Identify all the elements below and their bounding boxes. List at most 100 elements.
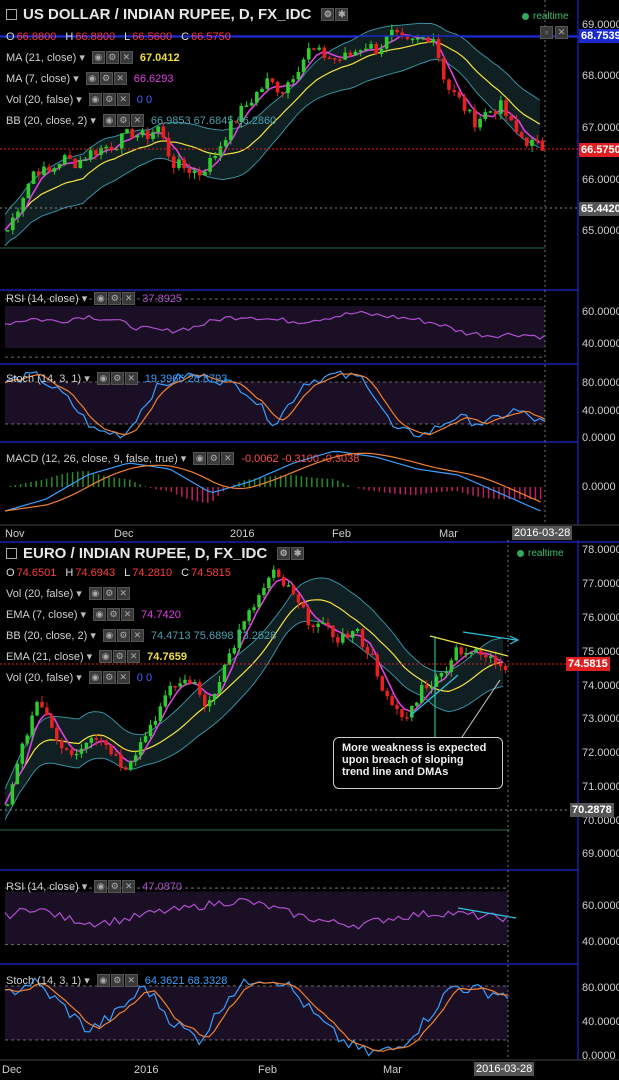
- legend-vol[interactable]: Vol (20, false) ▾ ◉ ⚙ ✕ 0 0: [6, 93, 152, 106]
- candle-body: [436, 39, 441, 59]
- legend-bb[interactable]: BB (20, close, 2) ▾ ◉ ⚙ ✕ 66.9853 67.6845 66…: [6, 114, 276, 127]
- eye-icon[interactable]: ◉: [88, 671, 102, 684]
- close-icon[interactable]: ✕: [113, 72, 127, 85]
- candle-body: [21, 198, 25, 212]
- maximize-icon[interactable]: ▫: [540, 26, 553, 39]
- stoch-axis-label: 40.0000: [582, 405, 619, 417]
- close-icon[interactable]: ✕: [121, 608, 135, 621]
- candle-body: [525, 137, 529, 146]
- legend-stoch[interactable]: Stoch (14, 3, 1) ▾ ◉ ⚙ ✕ 64.3621 68.3328: [6, 974, 227, 987]
- eye-icon[interactable]: ◉: [193, 452, 207, 465]
- eye-icon[interactable]: ◉: [85, 72, 99, 85]
- legend-ema21[interactable]: EMA (21, close) ▾ ◉ ⚙ ✕ 74.7659: [6, 650, 187, 663]
- legend-vol-2[interactable]: Vol (20, false) ▾ ◉ ⚙ ✕ 0 0: [6, 671, 152, 684]
- candle-body: [489, 656, 493, 658]
- chart1-ohlc: O 66.8800 H 66.8800 L 66.5600 C 66.5750: [6, 31, 231, 43]
- legend-stoch[interactable]: Stoch (14, 3, 1) ▾ ◉ ⚙ ✕ 19.3966 28.8793: [6, 372, 227, 385]
- legend-ema7[interactable]: EMA (7, close) ▾ ◉ ⚙ ✕ 74.7420: [6, 608, 181, 621]
- candle-body: [15, 763, 20, 785]
- eye-icon[interactable]: ◉: [91, 51, 105, 64]
- legend-ma21[interactable]: MA (21, close) ▾ ◉ ⚙ ✕ 67.0412: [6, 51, 180, 64]
- candle-body: [336, 637, 340, 643]
- eye-icon[interactable]: ◉: [99, 650, 113, 663]
- settings-icon[interactable]: ⚙: [102, 93, 116, 106]
- eye-icon[interactable]: ◉: [94, 880, 108, 893]
- settings-icon[interactable]: ⚙: [207, 452, 221, 465]
- rsi-axis-label: 40.0000: [582, 936, 619, 948]
- settings-icon[interactable]: ⚙: [102, 587, 116, 600]
- close-icon[interactable]: ✕: [130, 114, 144, 127]
- candle-body: [218, 146, 223, 157]
- settings-icon[interactable]: ⚙: [277, 547, 291, 560]
- settings-icon[interactable]: ⚙: [99, 72, 113, 85]
- settings-icon[interactable]: ⚙: [116, 114, 130, 127]
- eye-icon[interactable]: ◉: [88, 93, 102, 106]
- settings-icon[interactable]: ⚙: [321, 8, 335, 21]
- close-icon[interactable]: ✕: [124, 974, 138, 987]
- candle-body: [79, 748, 84, 754]
- candle-body: [439, 672, 444, 677]
- candle-body: [410, 38, 415, 41]
- settings-icon[interactable]: ⚙: [116, 629, 130, 642]
- candle-body: [421, 37, 425, 39]
- macd-axis-label: 0.0000: [582, 481, 616, 493]
- settings-icon[interactable]: ⚙: [113, 650, 127, 663]
- settings-icon[interactable]: ⚙: [110, 974, 124, 987]
- settings-icon[interactable]: ⚙: [107, 608, 121, 621]
- close-icon[interactable]: ✕: [116, 671, 130, 684]
- settings-icon[interactable]: ⚙: [108, 292, 122, 305]
- close-icon[interactable]: ✕: [127, 650, 141, 663]
- close-icon[interactable]: ✕: [116, 93, 130, 106]
- close-icon[interactable]: ✕: [221, 452, 235, 465]
- eye-icon[interactable]: ◉: [93, 608, 107, 621]
- eur-inr-chart[interactable]: [0, 540, 619, 1080]
- settings-icon[interactable]: ⚙: [102, 671, 116, 684]
- settings-icon[interactable]: ⚙: [110, 372, 124, 385]
- collapse-icon[interactable]: [6, 9, 17, 20]
- candle-body: [50, 715, 54, 728]
- date-tag: 2016-03-28: [512, 526, 573, 540]
- eye-icon[interactable]: ◉: [96, 372, 110, 385]
- legend-vol-1[interactable]: Vol (20, false) ▾ ◉ ⚙ ✕: [6, 587, 130, 600]
- close-icon[interactable]: ✕: [124, 372, 138, 385]
- collapse-icon[interactable]: [6, 548, 17, 559]
- candle-body: [478, 118, 482, 128]
- legend-bb[interactable]: BB (20, close, 2) ▾ ◉ ⚙ ✕ 74.4713 75.6898 73…: [6, 629, 276, 642]
- close-icon[interactable]: ✕: [122, 292, 136, 305]
- candle-body: [364, 48, 368, 51]
- oscillator-band: [5, 891, 508, 945]
- legend-ma7[interactable]: MA (7, close) ▾ ◉ ⚙ ✕ 66.6293: [6, 72, 173, 85]
- candle-body: [346, 633, 350, 638]
- candle-body: [69, 749, 74, 756]
- candle-body: [312, 48, 316, 50]
- candle-body: [464, 652, 468, 655]
- gear-icon[interactable]: ✱: [291, 547, 305, 560]
- eye-icon[interactable]: ◉: [102, 114, 116, 127]
- window-controls[interactable]: ▫ ✕: [540, 26, 568, 39]
- candle-body: [114, 754, 118, 756]
- low-price-tag: 70.2878: [570, 803, 614, 817]
- eye-icon[interactable]: ◉: [102, 629, 116, 642]
- close-icon[interactable]: ✕: [555, 26, 568, 39]
- candle-body: [158, 706, 163, 721]
- eye-icon[interactable]: ◉: [96, 974, 110, 987]
- gear-icon[interactable]: ✱: [335, 8, 349, 21]
- close-icon[interactable]: ✕: [122, 880, 136, 893]
- eye-icon[interactable]: ◉: [88, 587, 102, 600]
- candle-body: [493, 656, 498, 664]
- eye-icon[interactable]: ◉: [94, 292, 108, 305]
- price-axis-label: 77.0000: [582, 578, 619, 590]
- candle-body: [374, 44, 379, 54]
- settings-icon[interactable]: ⚙: [108, 880, 122, 893]
- candle-body: [265, 78, 270, 89]
- candle-body: [449, 660, 454, 672]
- close-icon[interactable]: ✕: [130, 629, 144, 642]
- legend-rsi[interactable]: RSI (14, close) ▾ ◉ ⚙ ✕ 47.0870: [6, 880, 182, 893]
- candle-body: [94, 738, 98, 740]
- close-icon[interactable]: ✕: [116, 587, 130, 600]
- legend-rsi[interactable]: RSI (14, close) ▾ ◉ ⚙ ✕ 37.8925: [6, 292, 182, 305]
- legend-macd[interactable]: MACD (12, 26, close, 9, false, true) ▾ ◉ ⚙…: [6, 452, 359, 465]
- candle-body: [208, 157, 212, 172]
- settings-icon[interactable]: ⚙: [105, 51, 119, 64]
- close-icon[interactable]: ✕: [119, 51, 133, 64]
